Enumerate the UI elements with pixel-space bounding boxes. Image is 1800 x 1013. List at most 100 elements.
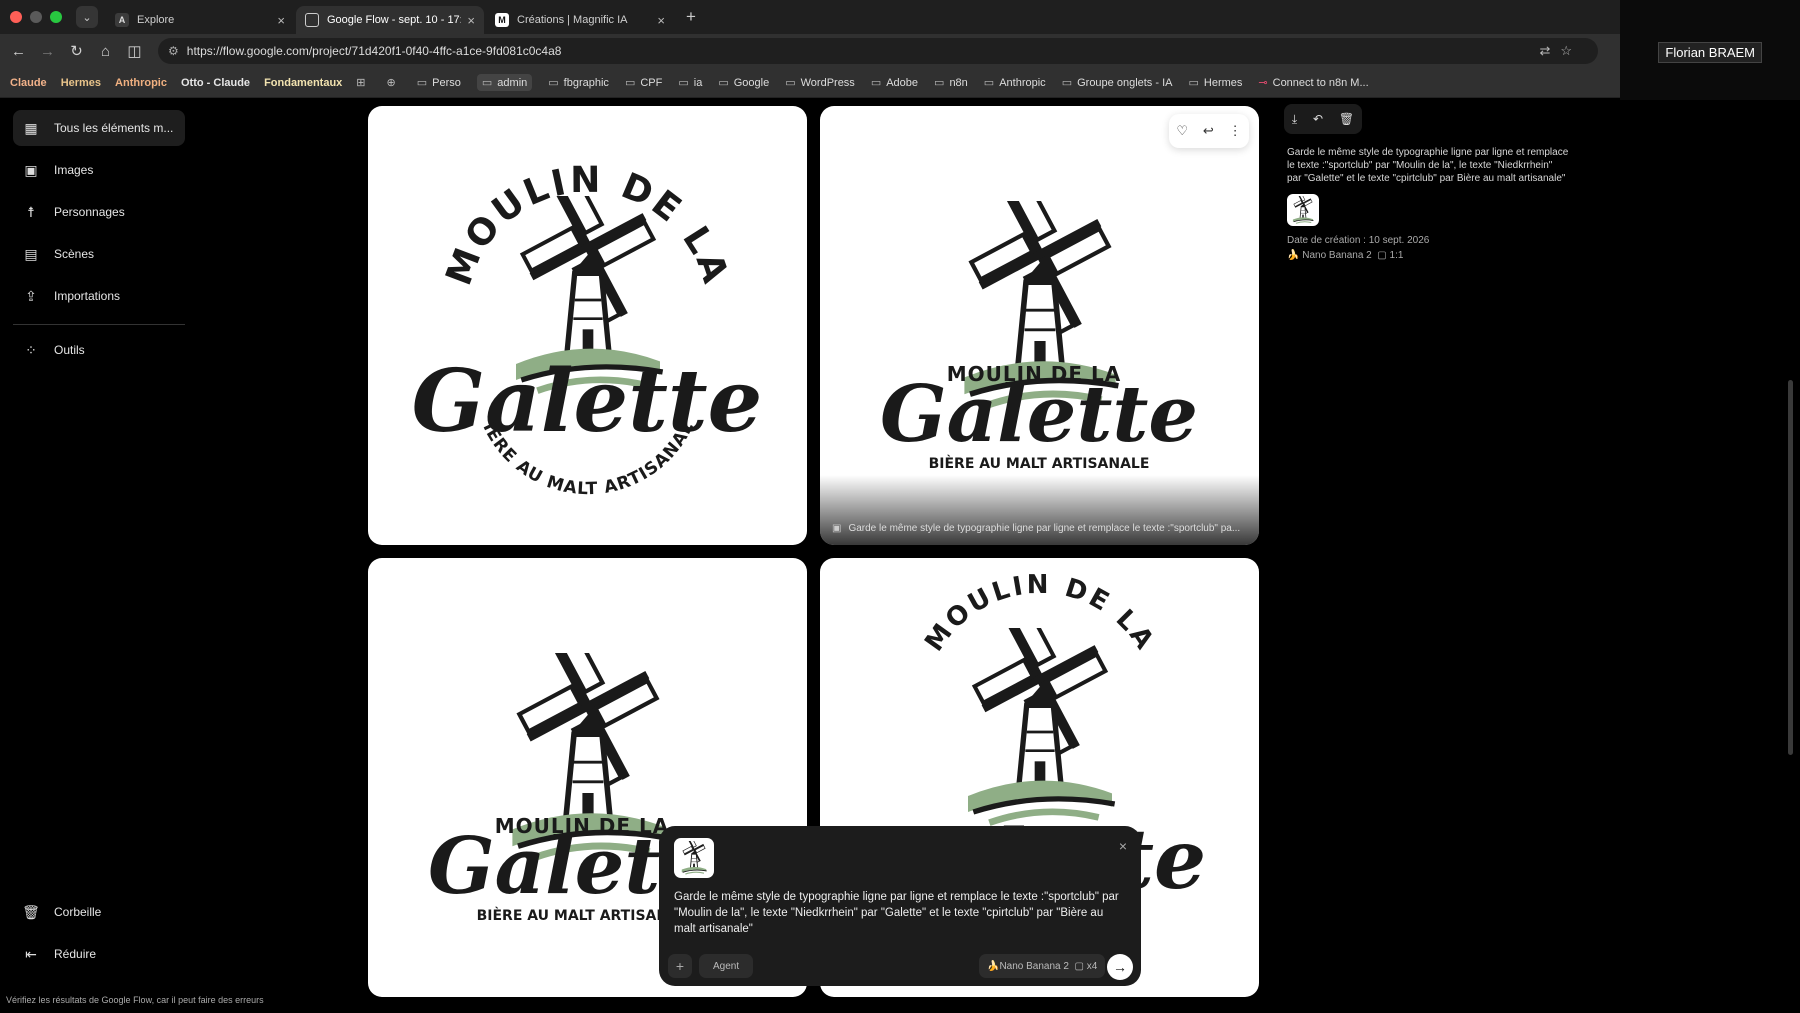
- image-icon: ▣: [832, 523, 842, 534]
- disclaimer-text: Vérifiez les résultats de Google Flow, c…: [6, 995, 264, 1005]
- translate-bookmark-icons[interactable]: ⇄☆: [1539, 43, 1582, 59]
- tab-explore[interactable]: A Explore ×: [106, 6, 294, 34]
- bookmark-folder-wordpress[interactable]: ▭ WordPress: [785, 76, 855, 90]
- close-tab-icon[interactable]: ×: [467, 13, 475, 28]
- bookmark-folder-google[interactable]: ▭ Google: [718, 76, 769, 90]
- sidebar-item-outils[interactable]: ⁘ Outils: [13, 332, 185, 368]
- undo-icon[interactable]: ↶: [1313, 112, 1323, 126]
- sidebar-item-personnages[interactable]: ☨ Personnages: [13, 194, 185, 230]
- bookmark-folder-anthropic[interactable]: ▭ Anthropic: [983, 76, 1046, 90]
- reuse-prompt-icon[interactable]: ↩: [1203, 123, 1214, 139]
- tools-icon: ⁘: [25, 341, 37, 358]
- aspect-ratio-icon: ▢: [1068, 960, 1087, 972]
- sidebar-item-corbeille[interactable]: 🗑 Corbeille: [13, 894, 185, 930]
- zoom-window-button[interactable]: [50, 11, 62, 23]
- send-arrow-icon[interactable]: →: [1107, 954, 1133, 980]
- tab-magnific[interactable]: M Créations | Magnific IA ×: [486, 6, 674, 34]
- page-favicon: [305, 13, 319, 27]
- detail-toolbar: ⤓ ↶ 🗑: [1284, 104, 1362, 134]
- grid-icon: ▦: [24, 119, 38, 136]
- n8n-icon: ⊸: [1258, 77, 1268, 89]
- folder-icon: ▭: [983, 77, 995, 89]
- card-caption: ▣ Garde le même style de typographie lig…: [820, 475, 1259, 545]
- new-tab-icon[interactable]: +: [686, 7, 696, 27]
- bookmark-folder-cpf[interactable]: ▭ CPF: [625, 76, 662, 90]
- sidebar-item-importations[interactable]: ⇪ Importations: [13, 278, 185, 314]
- logo-bottom-text: BIÈRE AU MALT ARTISANALE: [929, 455, 1150, 472]
- prompt-input[interactable]: Garde le même style de typographie ligne…: [674, 889, 1126, 937]
- folder-icon: ▭: [870, 77, 882, 89]
- tab-google-flow[interactable]: Google Flow - sept. 10 - 17:15 ×: [296, 6, 484, 34]
- sidebar-item-images[interactable]: ▣ Images: [13, 152, 185, 188]
- bookmarks-bar: Claude Hermes Anthropic Otto - Claude Fo…: [0, 68, 1620, 98]
- bookmark-n8n-link[interactable]: ⊸ Connect to n8n M...: [1258, 76, 1368, 90]
- close-window-button[interactable]: [10, 11, 22, 23]
- close-icon[interactable]: ×: [1119, 838, 1127, 854]
- creation-date: Date de création : 10 sept. 2026: [1287, 235, 1430, 246]
- folder-icon: ▭: [548, 77, 559, 89]
- bookmark-fondamentaux[interactable]: Fondamentaux: [264, 77, 342, 89]
- split-view-icon[interactable]: ◫: [120, 42, 149, 60]
- collapse-icon: ⇤: [25, 945, 37, 962]
- bookmark-folder-n8n[interactable]: ▭ n8n: [934, 76, 968, 90]
- aspect-ratio: 1:1: [1389, 250, 1404, 261]
- apps-grid-icon[interactable]: ⊞: [356, 76, 370, 89]
- globe-icon[interactable]: ⊕: [387, 76, 401, 89]
- tab-title: Google Flow - sept. 10 - 17:15: [327, 14, 462, 26]
- bookmark-folder-fbgraphic[interactable]: ▭ fbgraphic: [548, 76, 609, 90]
- browser-tab-bar: ⌄ A Explore × Google Flow - sept. 10 - 1…: [0, 0, 1620, 34]
- site-settings-icon[interactable]: ⚙: [168, 44, 179, 58]
- close-tab-icon[interactable]: ×: [657, 13, 665, 28]
- forward-icon[interactable]: →: [33, 43, 62, 60]
- bookmark-folder-perso[interactable]: ▭ Perso: [416, 76, 461, 90]
- add-attachment-icon[interactable]: +: [668, 954, 692, 978]
- detail-meta: Date de création : 10 sept. 2026 🍌 Nano …: [1287, 233, 1584, 263]
- sidebar-item-all[interactable]: ▦ Tous les éléments m...: [13, 110, 185, 146]
- bookmark-otto-claude[interactable]: Otto - Claude: [181, 77, 250, 89]
- folder-icon: ▭: [1061, 77, 1073, 89]
- address-bar[interactable]: ⚙ https://flow.google.com/project/71d420…: [158, 38, 1598, 64]
- explore-favicon: A: [115, 13, 129, 27]
- logo-top-text: MOULIN DE LA: [919, 570, 1158, 657]
- tab-list-dropdown-icon[interactable]: ⌄: [76, 6, 98, 28]
- minimize-window-button[interactable]: [30, 11, 42, 23]
- folder-icon: ▭: [416, 77, 428, 89]
- sidebar-item-reduire[interactable]: ⇤ Réduire: [13, 936, 185, 972]
- scrollbar[interactable]: [1788, 380, 1793, 755]
- more-options-icon[interactable]: ⋮: [1229, 123, 1242, 139]
- home-icon[interactable]: ⌂: [91, 43, 120, 60]
- prompt-composer: × Garde le même style de typographie lig…: [659, 826, 1141, 986]
- model-selector[interactable]: 🍌 Nano Banana 2 ▢ x4: [979, 954, 1106, 978]
- reference-thumbnail[interactable]: [1287, 194, 1319, 226]
- back-icon[interactable]: ←: [4, 43, 33, 60]
- folder-icon: ▭: [934, 77, 945, 89]
- folder-icon: ▭: [481, 77, 493, 89]
- agent-button[interactable]: Agent: [699, 954, 754, 978]
- bookmark-folder-admin[interactable]: ▭ admin: [476, 74, 533, 91]
- bookmark-folder-groupe-onglets[interactable]: ▭ Groupe onglets - IA: [1061, 76, 1173, 90]
- caption-text: Garde le même style de typographie ligne…: [848, 523, 1241, 534]
- sidebar-item-scenes[interactable]: ▤ Scènes: [13, 236, 185, 272]
- sidebar-divider: [13, 324, 185, 325]
- bookmark-claude[interactable]: Claude: [10, 77, 47, 89]
- image-card[interactable]: MOULIN DE LA Galette BIÈRE AU MALT ARTIS…: [368, 106, 807, 545]
- sidebar-item-label: Personnages: [54, 205, 125, 219]
- favorite-heart-icon[interactable]: ♡: [1176, 123, 1188, 139]
- bookmark-folder-ia[interactable]: ▭ ia: [678, 76, 702, 90]
- close-tab-icon[interactable]: ×: [277, 13, 285, 28]
- trash-icon: 🗑: [22, 903, 40, 920]
- bookmark-folder-hermes[interactable]: ▭ Hermes: [1188, 76, 1242, 90]
- image-card-hovered[interactable]: MOULIN DE LA Galette BIÈRE AU MALT ARTIS…: [820, 106, 1259, 545]
- composer-reference-thumbnail[interactable]: [674, 838, 714, 878]
- download-icon[interactable]: ⤓: [1292, 112, 1297, 127]
- sidebar-item-label: Images: [54, 163, 94, 177]
- sidebar-item-label: Scènes: [54, 247, 95, 261]
- bookmark-anthropic[interactable]: Anthropic: [115, 77, 167, 89]
- sidebar-item-label: Tous les éléments m...: [54, 121, 174, 135]
- bookmark-hermes[interactable]: Hermes: [61, 77, 101, 89]
- delete-icon[interactable]: 🗑: [1339, 112, 1354, 126]
- reload-icon[interactable]: ↻: [62, 42, 91, 60]
- sidebar-item-label: Importations: [54, 289, 121, 303]
- detail-panel: ⤓ ↶ 🗑 Garde le même style de typographie…: [1284, 104, 1584, 263]
- bookmark-folder-adobe[interactable]: ▭ Adobe: [870, 76, 918, 90]
